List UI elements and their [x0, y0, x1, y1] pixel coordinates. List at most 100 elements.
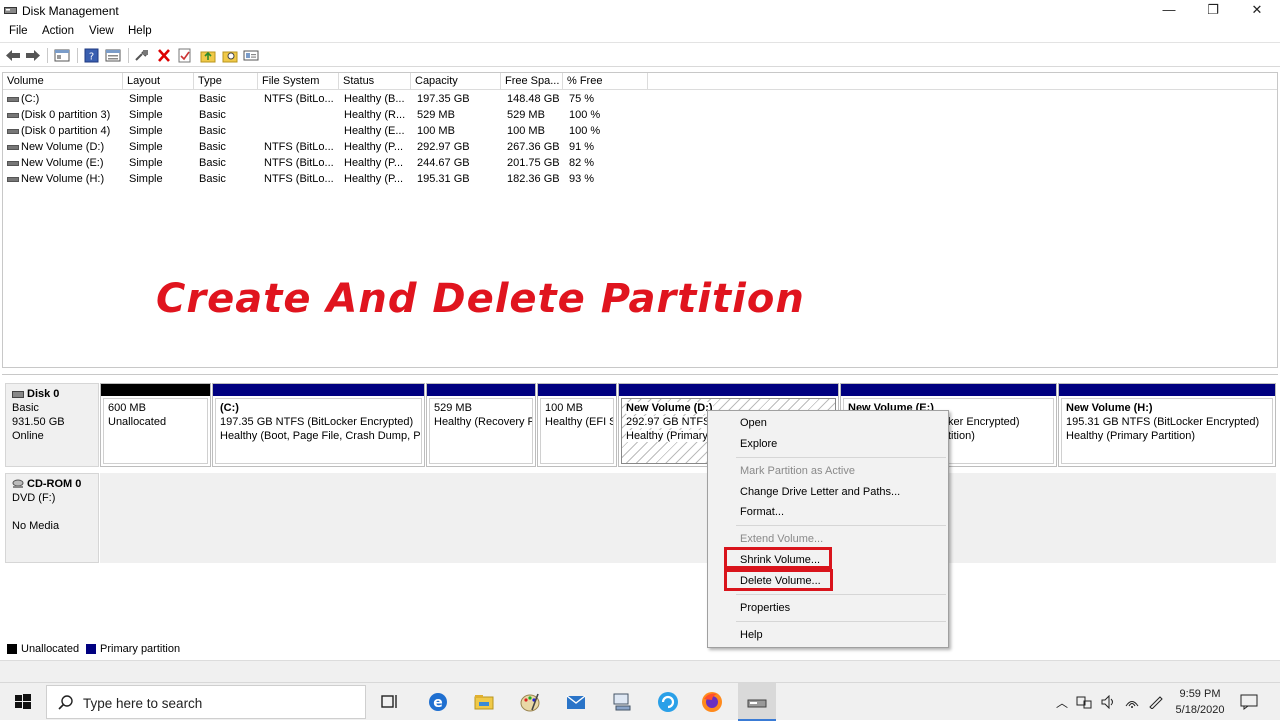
disk-management-window: Disk Management — ❐ ✕ File Action View H… — [0, 0, 1280, 682]
network-devices-icon[interactable] — [1076, 695, 1092, 709]
legend-primary-label: Primary partition — [100, 643, 181, 655]
properties-icon[interactable] — [105, 48, 121, 63]
legend-unallocated-swatch — [7, 644, 17, 654]
task-view-icon[interactable] — [378, 690, 402, 714]
minimize-button[interactable]: — — [1146, 0, 1192, 22]
overlay-title: Create And Delete Partition — [156, 276, 805, 322]
clock-date: 5/18/2020 — [1175, 704, 1225, 716]
legend: Unallocated Primary partition — [2, 640, 1278, 660]
menu-item-open[interactable]: Open — [740, 415, 767, 431]
paint-icon[interactable] — [518, 690, 542, 714]
cell-file-system: NTFS (BitLo... — [264, 141, 334, 153]
computer-management-icon[interactable] — [610, 690, 634, 714]
partition-recovery[interactable]: 529 MB Healthy (Recovery P — [426, 383, 536, 467]
firefox-icon[interactable] — [700, 690, 724, 714]
forward-arrow-icon[interactable] — [25, 48, 41, 63]
back-arrow-icon[interactable] — [5, 48, 21, 63]
menu-item-help[interactable]: Help — [740, 627, 763, 643]
clock-time: 9:59 PM — [1179, 688, 1221, 700]
toolbar: ? — [0, 42, 1280, 67]
menu-action[interactable]: Action — [42, 25, 74, 37]
table-row[interactable]: (Disk 0 partition 4) Simple Basic Healthy (… — [3, 123, 648, 139]
connect-icon[interactable] — [134, 48, 150, 63]
menu-item-properties[interactable]: Properties — [740, 600, 790, 616]
help-icon[interactable]: ? — [84, 48, 100, 63]
menu-item-change-drive-letter[interactable]: Change Drive Letter and Paths... — [740, 484, 900, 500]
volume-icon[interactable] — [1100, 695, 1116, 709]
check-icon[interactable] — [177, 48, 193, 63]
svg-text:e: e — [433, 695, 443, 711]
disk-0-info[interactable]: Disk 0 Basic 931.50 GB Online — [5, 383, 99, 467]
menu-item-format[interactable]: Format... — [740, 504, 784, 520]
view-icon[interactable] — [243, 48, 259, 63]
window-title: Disk Management — [22, 4, 119, 18]
volume-icon — [7, 177, 19, 182]
disk-0-name: Disk 0 — [27, 388, 60, 400]
partition-c[interactable]: (C:) 197.35 GB NTFS (BitLocker Encrypted… — [212, 383, 425, 467]
cell-free-space: 267.36 GB — [507, 141, 560, 153]
cdrom-0-info[interactable]: CD-ROM 0 DVD (F:) No Media — [5, 473, 99, 563]
folder-search-icon[interactable] — [222, 48, 238, 63]
partition-efi[interactable]: 100 MB Healthy (EFI S — [537, 383, 617, 467]
cell-layout: Simple — [129, 141, 163, 153]
cell-status: Healthy (E... — [344, 125, 405, 137]
mail-icon[interactable] — [564, 690, 588, 714]
table-row[interactable]: (C:) Simple Basic NTFS (BitLo... Healthy (B.… — [3, 91, 648, 107]
system-clock[interactable]: 9:59 PM 5/18/2020 — [1168, 686, 1232, 718]
table-row[interactable]: (Disk 0 partition 3) Simple Basic Healthy (… — [3, 107, 648, 123]
edge-icon[interactable]: e — [426, 690, 450, 714]
partition-h[interactable]: New Volume (H:) 195.31 GB NTFS (BitLocke… — [1058, 383, 1276, 467]
cell-status: Healthy (P... — [344, 141, 404, 153]
wifi-icon[interactable] — [1124, 695, 1140, 709]
menu-item-explore[interactable]: Explore — [740, 436, 777, 452]
disk-management-taskbar-button[interactable] — [738, 683, 776, 721]
column-header-file-system[interactable]: File System — [258, 73, 339, 90]
cell-volume: (Disk 0 partition 3) — [21, 109, 111, 121]
cell-type: Basic — [199, 173, 226, 185]
table-row[interactable]: New Volume (E:) Simple Basic NTFS (BitLo...… — [3, 155, 648, 171]
column-header-type[interactable]: Type — [194, 73, 258, 90]
cell-capacity: 292.97 GB — [417, 141, 470, 153]
volume-list: Volume Layout Type File System Status Ca… — [2, 72, 1278, 368]
close-button[interactable]: ✕ — [1234, 0, 1280, 22]
cdrom-0-area[interactable] — [100, 473, 1276, 563]
cell-file-system: NTFS (BitLo... — [264, 173, 334, 185]
cell-volume: New Volume (H:) — [21, 173, 105, 185]
menu-view[interactable]: View — [89, 25, 114, 37]
table-row[interactable]: New Volume (D:) Simple Basic NTFS (BitLo...… — [3, 139, 648, 155]
pen-icon[interactable] — [1148, 695, 1164, 709]
title-bar: Disk Management — ❐ ✕ — [0, 0, 1280, 22]
windows-logo-icon — [15, 694, 31, 709]
console-tree-icon[interactable] — [54, 48, 70, 63]
cell-file-system: NTFS (BitLo... — [264, 157, 334, 169]
partition-unallocated[interactable]: 600 MB Unallocated — [100, 383, 211, 467]
column-header-layout[interactable]: Layout — [123, 73, 194, 90]
restore-button[interactable]: ❐ — [1190, 0, 1236, 22]
column-header-volume[interactable]: Volume — [3, 73, 123, 90]
column-header-capacity[interactable]: Capacity — [411, 73, 501, 90]
refresh-app-icon[interactable] — [656, 690, 680, 714]
cell-capacity: 244.67 GB — [417, 157, 470, 169]
cell-layout: Simple — [129, 173, 163, 185]
column-header-free-space[interactable]: Free Spa... — [501, 73, 563, 90]
column-header-percent-free[interactable]: % Free — [563, 73, 648, 90]
table-row[interactable]: New Volume (H:) Simple Basic NTFS (BitLo...… — [3, 171, 648, 187]
taskbar: Type here to search e ︿ 9:59 PM 5/18/202… — [0, 682, 1280, 721]
folder-up-icon[interactable] — [200, 48, 216, 63]
taskbar-search-box[interactable]: Type here to search — [46, 685, 366, 719]
cell-free-space: 529 MB — [507, 109, 545, 121]
menu-file[interactable]: File — [9, 25, 28, 37]
column-header-status[interactable]: Status — [339, 73, 411, 90]
cell-volume: (Disk 0 partition 4) — [21, 125, 111, 137]
cell-percent-free: 93 % — [569, 173, 595, 185]
action-center-icon[interactable] — [1240, 694, 1258, 710]
cell-status: Healthy (R... — [344, 109, 406, 121]
start-button[interactable] — [0, 683, 46, 721]
show-hidden-icons-icon[interactable]: ︿ — [1056, 694, 1068, 711]
delete-icon[interactable] — [156, 48, 172, 63]
menu-help[interactable]: Help — [128, 25, 152, 37]
cell-free-space: 182.36 GB — [507, 173, 560, 185]
cell-volume: New Volume (E:) — [21, 157, 104, 169]
file-explorer-icon[interactable] — [472, 690, 496, 714]
cell-capacity: 529 MB — [417, 109, 455, 121]
